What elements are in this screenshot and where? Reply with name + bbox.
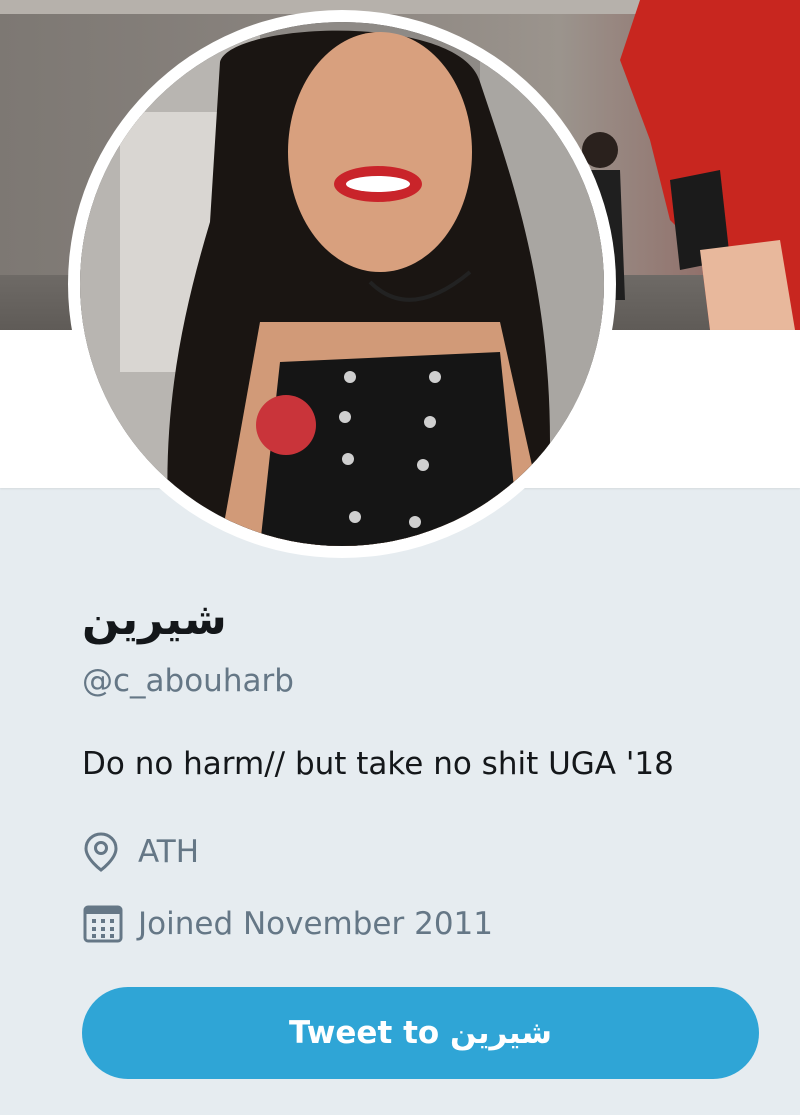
avatar[interactable] bbox=[80, 22, 604, 546]
avatar-image bbox=[80, 22, 604, 546]
profile-bio: Do no harm// but take no shit UGA '18 bbox=[82, 746, 674, 782]
tweet-to-button-label: Tweet to شيرين bbox=[289, 1015, 552, 1051]
location-row: ATH bbox=[82, 830, 199, 874]
joined-row: Joined November 2011 bbox=[82, 902, 493, 946]
location-text: ATH bbox=[138, 834, 200, 870]
location-pin-icon bbox=[82, 830, 126, 874]
tweet-to-button[interactable]: Tweet to شيرين bbox=[82, 987, 759, 1079]
calendar-icon bbox=[82, 902, 126, 946]
profile-name[interactable]: شيرين bbox=[82, 590, 227, 650]
joined-text: Joined November 2011 bbox=[138, 906, 493, 942]
screen-name[interactable]: @c_abouharb bbox=[82, 660, 294, 702]
